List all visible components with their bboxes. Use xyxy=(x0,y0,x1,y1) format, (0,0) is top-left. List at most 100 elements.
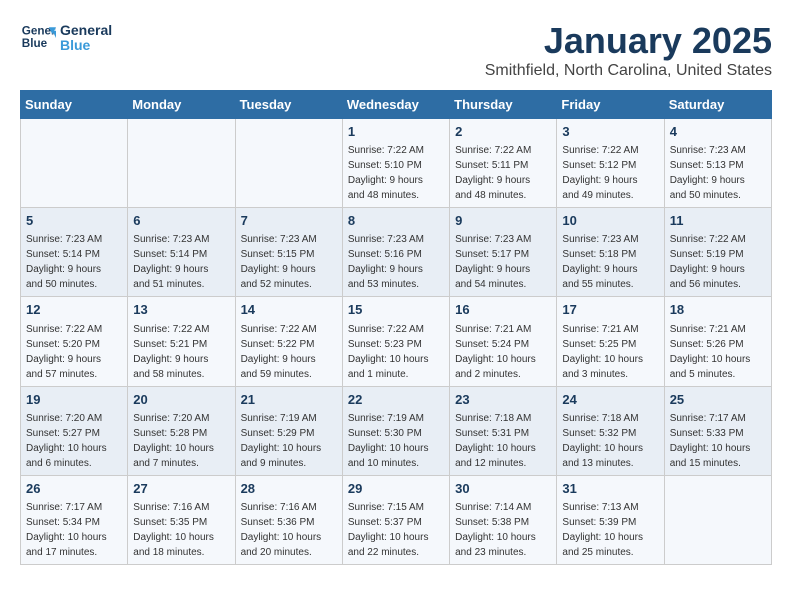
day-info: Sunrise: 7:22 AM Sunset: 5:11 PM Dayligh… xyxy=(455,143,551,203)
day-info: Sunrise: 7:22 AM Sunset: 5:12 PM Dayligh… xyxy=(562,143,658,203)
calendar-cell: 23Sunrise: 7:18 AM Sunset: 5:31 PM Dayli… xyxy=(450,386,557,475)
day-info: Sunrise: 7:20 AM Sunset: 5:28 PM Dayligh… xyxy=(133,411,229,471)
svg-text:Blue: Blue xyxy=(22,37,48,50)
logo: General Blue General Blue xyxy=(20,20,112,56)
day-number: 26 xyxy=(26,480,122,498)
day-number: 20 xyxy=(133,391,229,409)
calendar-cell xyxy=(235,119,342,208)
day-info: Sunrise: 7:23 AM Sunset: 5:17 PM Dayligh… xyxy=(455,232,551,292)
day-info: Sunrise: 7:22 AM Sunset: 5:22 PM Dayligh… xyxy=(241,322,337,382)
calendar-cell: 12 Sunrise: 7:22 AM Sunset: 5:20 PM Dayli… xyxy=(21,297,128,386)
day-info: Sunrise: 7:19 AM Sunset: 5:29 PM Dayligh… xyxy=(241,411,337,471)
calendar-cell: 16Sunrise: 7:21 AM Sunset: 5:24 PM Dayli… xyxy=(450,297,557,386)
day-number: 18 xyxy=(670,301,766,319)
calendar-table: SundayMondayTuesdayWednesdayThursdayFrid… xyxy=(20,90,772,565)
calendar-cell: 10 Sunrise: 7:23 AM Sunset: 5:18 PM Dayli… xyxy=(557,208,664,297)
day-number: 30 xyxy=(455,480,551,498)
title-section: January 2025 Smithfield, North Carolina,… xyxy=(485,20,772,80)
calendar-cell: 20 Sunrise: 7:20 AM Sunset: 5:28 PM Dayli… xyxy=(128,386,235,475)
day-number: 15 xyxy=(348,301,444,319)
day-info: Sunrise: 7:21 AM Sunset: 5:24 PM Dayligh… xyxy=(455,322,551,382)
calendar-cell: 28 Sunrise: 7:16 AM Sunset: 5:36 PM Dayli… xyxy=(235,475,342,564)
calendar-cell: 8 Sunrise: 7:23 AM Sunset: 5:16 PM Daylig… xyxy=(342,208,449,297)
day-info: Sunrise: 7:22 AM Sunset: 5:21 PM Dayligh… xyxy=(133,322,229,382)
weekday-header-friday: Friday xyxy=(557,91,664,119)
day-info: Sunrise: 7:15 AM Sunset: 5:37 PM Dayligh… xyxy=(348,500,444,560)
day-info: Sunrise: 7:23 AM Sunset: 5:14 PM Dayligh… xyxy=(133,232,229,292)
logo-icon: General Blue xyxy=(20,20,56,56)
day-number: 1 xyxy=(348,123,444,141)
calendar-cell xyxy=(21,119,128,208)
calendar-cell: 22Sunrise: 7:19 AM Sunset: 5:30 PM Dayli… xyxy=(342,386,449,475)
calendar-cell: 4Sunrise: 7:23 AM Sunset: 5:13 PM Daylig… xyxy=(664,119,771,208)
day-info: Sunrise: 7:17 AM Sunset: 5:34 PM Dayligh… xyxy=(26,500,122,560)
day-number: 5 xyxy=(26,212,122,230)
day-number: 8 xyxy=(348,212,444,230)
day-info: Sunrise: 7:22 AM Sunset: 5:20 PM Dayligh… xyxy=(26,322,122,382)
day-info: Sunrise: 7:22 AM Sunset: 5:23 PM Dayligh… xyxy=(348,322,444,382)
day-number: 3 xyxy=(562,123,658,141)
calendar-cell: 6 Sunrise: 7:23 AM Sunset: 5:14 PM Daylig… xyxy=(128,208,235,297)
day-number: 9 xyxy=(455,212,551,230)
calendar-cell: 31 Sunrise: 7:13 AM Sunset: 5:39 PM Dayli… xyxy=(557,475,664,564)
weekday-header-thursday: Thursday xyxy=(450,91,557,119)
weekday-header-wednesday: Wednesday xyxy=(342,91,449,119)
location-subtitle: Smithfield, North Carolina, United State… xyxy=(485,62,772,80)
day-number: 10 xyxy=(562,212,658,230)
calendar-cell: 5 Sunrise: 7:23 AM Sunset: 5:14 PM Daylig… xyxy=(21,208,128,297)
day-info: Sunrise: 7:23 AM Sunset: 5:16 PM Dayligh… xyxy=(348,232,444,292)
day-info: Sunrise: 7:23 AM Sunset: 5:15 PM Dayligh… xyxy=(241,232,337,292)
day-info: Sunrise: 7:13 AM Sunset: 5:39 PM Dayligh… xyxy=(562,500,658,560)
weekday-header-row: SundayMondayTuesdayWednesdayThursdayFrid… xyxy=(21,91,772,119)
day-info: Sunrise: 7:21 AM Sunset: 5:25 PM Dayligh… xyxy=(562,322,658,382)
day-number: 21 xyxy=(241,391,337,409)
day-number: 28 xyxy=(241,480,337,498)
day-info: Sunrise: 7:17 AM Sunset: 5:33 PM Dayligh… xyxy=(670,411,766,471)
calendar-cell: 29 Sunrise: 7:15 AM Sunset: 5:37 PM Dayli… xyxy=(342,475,449,564)
day-info: Sunrise: 7:16 AM Sunset: 5:35 PM Dayligh… xyxy=(133,500,229,560)
calendar-week-4: 19Sunrise: 7:20 AM Sunset: 5:27 PM Dayli… xyxy=(21,386,772,475)
calendar-cell: 21 Sunrise: 7:19 AM Sunset: 5:29 PM Dayli… xyxy=(235,386,342,475)
day-number: 24 xyxy=(562,391,658,409)
day-number: 31 xyxy=(562,480,658,498)
calendar-cell xyxy=(128,119,235,208)
calendar-week-1: 1 Sunrise: 7:22 AM Sunset: 5:10 PM Daylig… xyxy=(21,119,772,208)
logo-line2: Blue xyxy=(60,38,112,53)
calendar-cell: 1 Sunrise: 7:22 AM Sunset: 5:10 PM Daylig… xyxy=(342,119,449,208)
day-info: Sunrise: 7:23 AM Sunset: 5:14 PM Dayligh… xyxy=(26,232,122,292)
day-info: Sunrise: 7:21 AM Sunset: 5:26 PM Dayligh… xyxy=(670,322,766,382)
calendar-cell: 30Sunrise: 7:14 AM Sunset: 5:38 PM Dayli… xyxy=(450,475,557,564)
weekday-header-monday: Monday xyxy=(128,91,235,119)
day-number: 6 xyxy=(133,212,229,230)
day-number: 7 xyxy=(241,212,337,230)
calendar-cell: 9 Sunrise: 7:23 AM Sunset: 5:17 PM Daylig… xyxy=(450,208,557,297)
day-info: Sunrise: 7:18 AM Sunset: 5:32 PM Dayligh… xyxy=(562,411,658,471)
month-title: January 2025 xyxy=(485,20,772,62)
day-number: 19 xyxy=(26,391,122,409)
calendar-cell: 25 Sunrise: 7:17 AM Sunset: 5:33 PM Dayli… xyxy=(664,386,771,475)
day-number: 14 xyxy=(241,301,337,319)
weekday-header-sunday: Sunday xyxy=(21,91,128,119)
day-number: 4 xyxy=(670,123,766,141)
calendar-cell xyxy=(664,475,771,564)
day-info: Sunrise: 7:22 AM Sunset: 5:19 PM Dayligh… xyxy=(670,232,766,292)
day-number: 13 xyxy=(133,301,229,319)
calendar-cell: 18 Sunrise: 7:21 AM Sunset: 5:26 PM Dayli… xyxy=(664,297,771,386)
calendar-body: 1 Sunrise: 7:22 AM Sunset: 5:10 PM Daylig… xyxy=(21,119,772,565)
day-number: 2 xyxy=(455,123,551,141)
weekday-header-tuesday: Tuesday xyxy=(235,91,342,119)
calendar-week-2: 5 Sunrise: 7:23 AM Sunset: 5:14 PM Daylig… xyxy=(21,208,772,297)
day-info: Sunrise: 7:16 AM Sunset: 5:36 PM Dayligh… xyxy=(241,500,337,560)
day-number: 17 xyxy=(562,301,658,319)
day-number: 29 xyxy=(348,480,444,498)
calendar-week-3: 12 Sunrise: 7:22 AM Sunset: 5:20 PM Dayli… xyxy=(21,297,772,386)
day-info: Sunrise: 7:23 AM Sunset: 5:18 PM Dayligh… xyxy=(562,232,658,292)
calendar-cell: 14 Sunrise: 7:22 AM Sunset: 5:22 PM Dayli… xyxy=(235,297,342,386)
calendar-cell: 24 Sunrise: 7:18 AM Sunset: 5:32 PM Dayli… xyxy=(557,386,664,475)
day-info: Sunrise: 7:22 AM Sunset: 5:10 PM Dayligh… xyxy=(348,143,444,203)
day-number: 27 xyxy=(133,480,229,498)
calendar-cell: 27 Sunrise: 7:16 AM Sunset: 5:35 PM Dayli… xyxy=(128,475,235,564)
day-number: 12 xyxy=(26,301,122,319)
calendar-cell: 26 Sunrise: 7:17 AM Sunset: 5:34 PM Dayli… xyxy=(21,475,128,564)
day-number: 25 xyxy=(670,391,766,409)
